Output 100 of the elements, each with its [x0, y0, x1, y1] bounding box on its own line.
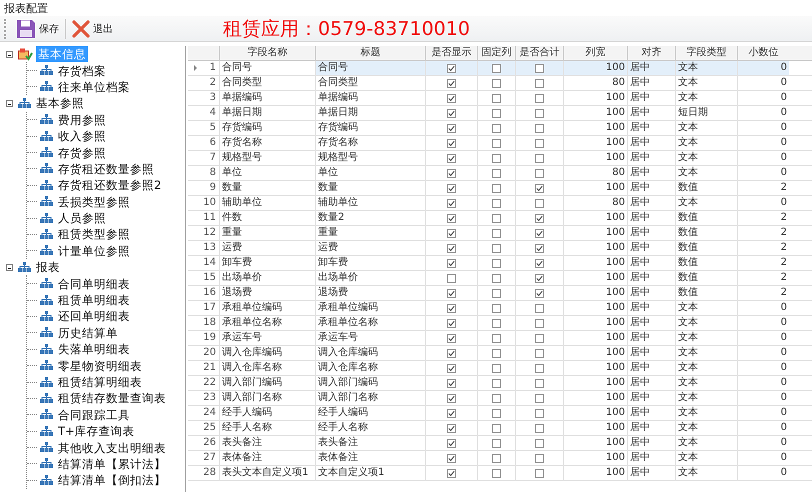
tree-node[interactable]: 还回单明细表: [56, 308, 132, 324]
checkbox[interactable]: [535, 94, 544, 102]
checkbox[interactable]: [447, 108, 456, 118]
tree-node[interactable]: 存货参照: [56, 144, 108, 161]
checkbox[interactable]: [535, 334, 544, 342]
checkbox[interactable]: [535, 438, 544, 448]
checkbox[interactable]: [447, 318, 456, 328]
checkbox[interactable]: [535, 78, 544, 88]
tree-node[interactable]: 往来单位档案: [56, 78, 132, 95]
checkbox[interactable]: [447, 64, 456, 72]
checkbox[interactable]: [535, 304, 544, 312]
checkbox[interactable]: [447, 438, 456, 448]
checkbox[interactable]: [492, 438, 501, 448]
checkbox[interactable]: [492, 154, 501, 162]
collapse-toggle[interactable]: [6, 264, 13, 271]
checkbox[interactable]: [492, 288, 501, 298]
tree-node[interactable]: 合同跟踪工具: [56, 406, 132, 423]
checkbox[interactable]: [492, 138, 501, 148]
checkbox[interactable]: [535, 154, 544, 162]
checkbox[interactable]: [535, 454, 544, 462]
tree-node[interactable]: 收入参照: [56, 128, 108, 144]
checkbox[interactable]: [492, 424, 501, 432]
column-header[interactable]: 对齐: [627, 46, 675, 60]
tree-node[interactable]: 租赁单明细表: [56, 292, 132, 308]
column-header[interactable]: 字段类型: [675, 46, 737, 60]
checkbox[interactable]: [447, 258, 456, 268]
checkbox[interactable]: [492, 64, 501, 72]
checkbox[interactable]: [535, 108, 544, 118]
checkbox[interactable]: [447, 334, 456, 342]
checkbox[interactable]: [492, 408, 501, 418]
checkbox[interactable]: [535, 184, 544, 192]
checkbox[interactable]: [535, 364, 544, 372]
checkbox[interactable]: [492, 274, 501, 282]
checkbox[interactable]: [447, 138, 456, 148]
checkbox[interactable]: [447, 154, 456, 162]
checkbox[interactable]: [447, 304, 456, 312]
checkbox[interactable]: [447, 78, 456, 88]
checkbox[interactable]: [447, 348, 456, 358]
checkbox[interactable]: [447, 408, 456, 418]
checkbox[interactable]: [492, 108, 501, 118]
tree-node[interactable]: 合同单明细表: [56, 276, 132, 292]
checkbox[interactable]: [492, 124, 501, 132]
tree-node[interactable]: 租赁结算明细表: [56, 374, 144, 390]
checkbox[interactable]: [492, 198, 501, 208]
tree-node[interactable]: 历史结算单: [56, 324, 120, 341]
tree-node[interactable]: 结算清单【倒扣法】: [56, 472, 168, 488]
tree-node[interactable]: 租赁类型参照: [56, 226, 132, 242]
checkbox[interactable]: [492, 468, 501, 478]
checkbox[interactable]: [447, 424, 456, 432]
checkbox[interactable]: [492, 94, 501, 102]
checkbox[interactable]: [492, 394, 501, 402]
checkbox[interactable]: [447, 454, 456, 462]
tree-node[interactable]: 失落单明细表: [56, 341, 132, 358]
checkbox[interactable]: [535, 348, 544, 358]
checkbox[interactable]: [492, 334, 501, 342]
checkbox[interactable]: [492, 228, 501, 238]
checkbox[interactable]: [447, 244, 456, 252]
checkbox[interactable]: [535, 64, 544, 72]
checkbox[interactable]: [535, 228, 544, 238]
tree-node[interactable]: 存货租还数量参照: [56, 160, 156, 177]
checkbox[interactable]: [535, 198, 544, 208]
column-header[interactable]: 小数位: [737, 46, 789, 60]
tree-node[interactable]: 零星物资明细表: [56, 358, 144, 374]
checkbox[interactable]: [492, 304, 501, 312]
column-header[interactable]: 是否合计: [515, 46, 563, 60]
checkbox[interactable]: [535, 424, 544, 432]
checkbox[interactable]: [535, 318, 544, 328]
checkbox[interactable]: [492, 244, 501, 252]
checkbox[interactable]: [492, 364, 501, 372]
column-header[interactable]: 列宽: [563, 46, 627, 60]
checkbox[interactable]: [535, 124, 544, 132]
collapse-toggle[interactable]: [6, 100, 13, 107]
checkbox[interactable]: [447, 184, 456, 192]
column-header[interactable]: 字段名称: [219, 46, 315, 60]
checkbox[interactable]: [492, 348, 501, 358]
checkbox[interactable]: [492, 184, 501, 192]
column-header[interactable]: 固定列: [477, 46, 515, 60]
checkbox[interactable]: [535, 408, 544, 418]
tree-node[interactable]: 其他收入支出明细表: [56, 440, 168, 456]
checkbox[interactable]: [535, 168, 544, 178]
tree-node[interactable]: 租赁结存数量查询表: [56, 390, 168, 406]
collapse-toggle[interactable]: [6, 50, 13, 58]
checkbox[interactable]: [447, 378, 456, 388]
tree-node[interactable]: 丢损类型参照: [56, 194, 132, 210]
tree-node[interactable]: 费用参照: [56, 112, 108, 128]
checkbox[interactable]: [492, 454, 501, 462]
column-header[interactable]: 是否显示: [425, 46, 477, 60]
tree-node[interactable]: 人员参照: [56, 210, 108, 226]
checkbox[interactable]: [535, 244, 544, 252]
toolbar-button[interactable]: 保存: [12, 16, 63, 40]
tree-node[interactable]: 存货档案: [56, 62, 108, 79]
tree-node[interactable]: 计量单位参照: [56, 242, 132, 259]
checkbox[interactable]: [492, 258, 501, 268]
checkbox[interactable]: [447, 288, 456, 298]
checkbox[interactable]: [492, 214, 501, 222]
checkbox[interactable]: [447, 364, 456, 372]
tree-node[interactable]: T+库存查询表: [56, 423, 137, 440]
checkbox[interactable]: [492, 378, 501, 388]
checkbox[interactable]: [535, 214, 544, 222]
checkbox[interactable]: [535, 394, 544, 402]
